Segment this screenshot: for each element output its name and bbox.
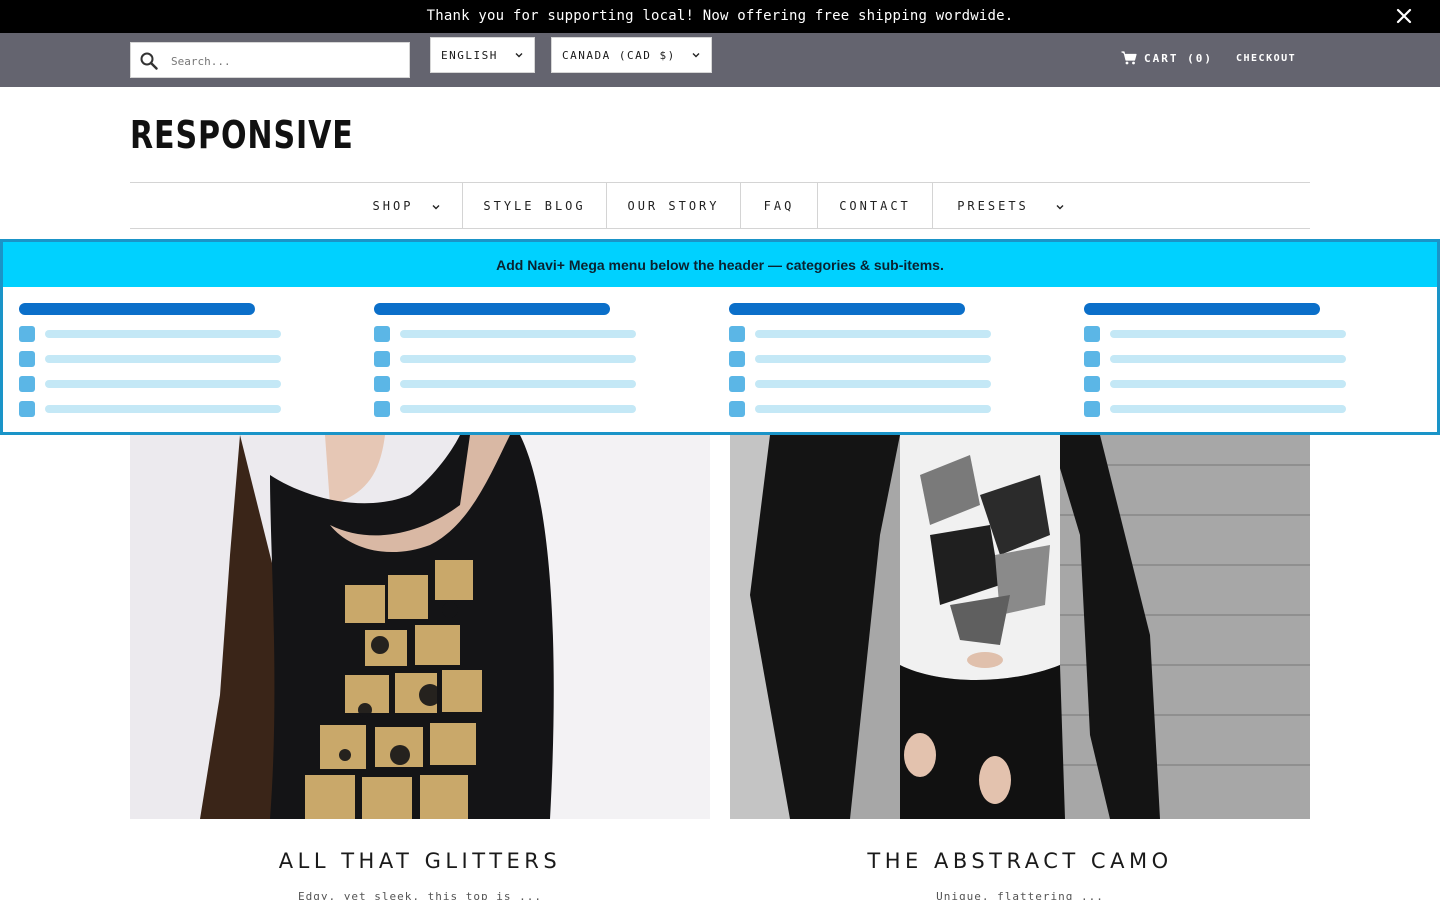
product-description: Unique, flattering ... [936, 890, 1104, 900]
subitem-line [45, 380, 281, 388]
mega-menu-subitem-placeholder [1084, 376, 1414, 392]
subitem-icon [374, 351, 390, 367]
mega-menu-subitem-placeholder [374, 376, 704, 392]
mega-menu-subitem-placeholder [1084, 351, 1414, 367]
mega-menu-subitem-placeholder [19, 326, 349, 342]
subitem-line [400, 405, 636, 413]
subitem-line [1110, 355, 1346, 363]
subitem-icon [19, 326, 35, 342]
announcement-bar: Thank you for supporting local! Now offe… [0, 0, 1440, 33]
chevron-down-icon [514, 50, 524, 60]
mega-menu-subitem-placeholder [19, 351, 349, 367]
cart-label: CART (0) [1144, 51, 1213, 65]
nav-item-contact[interactable]: CONTACT [818, 183, 932, 229]
search-icon [140, 52, 158, 70]
mega-menu-subitem-placeholder [19, 401, 349, 417]
subitem-line [1110, 330, 1346, 338]
nav-item-label: SHOP [372, 199, 414, 213]
subitem-line [755, 380, 991, 388]
subitem-icon [1084, 351, 1100, 367]
nav-item-shop[interactable]: SHOP [351, 183, 463, 229]
subitem-line [45, 330, 281, 338]
subitem-icon [1084, 401, 1100, 417]
subitem-icon [729, 326, 745, 342]
subitem-line [400, 330, 636, 338]
mega-menu-subitem-placeholder [729, 351, 1059, 367]
subitem-icon [374, 401, 390, 417]
chevron-down-icon [691, 50, 701, 60]
product-description: Edgy, yet sleek, this top is ... [298, 890, 542, 900]
subitem-icon [1084, 376, 1100, 392]
subitem-line [400, 355, 636, 363]
mega-menu-subitem-placeholder [729, 376, 1059, 392]
cart-link[interactable]: CART (0) [1121, 51, 1213, 65]
chevron-down-icon [431, 201, 441, 211]
subitem-icon [374, 326, 390, 342]
mega-menu-subitem-placeholder [1084, 401, 1414, 417]
mega-menu-subitem-placeholder [729, 401, 1059, 417]
subitem-icon [374, 376, 390, 392]
subitem-icon [19, 376, 35, 392]
chevron-down-icon [1055, 201, 1065, 211]
subitem-line [755, 405, 991, 413]
mega-menu-subitem-placeholder [19, 376, 349, 392]
subitem-line [755, 355, 991, 363]
subitem-icon [729, 351, 745, 367]
subitem-line [45, 355, 281, 363]
cart-icon [1121, 51, 1137, 65]
search-box[interactable] [130, 42, 410, 78]
mega-menu-category-placeholder [19, 303, 255, 315]
nav-item-presets[interactable]: PRESETS [933, 183, 1089, 229]
mega-menu-subitem-placeholder [374, 401, 704, 417]
nav-item-label: PRESETS [957, 199, 1029, 213]
nav-item-style-blog[interactable]: STYLE BLOG [463, 183, 606, 229]
utility-bar: ENGLISH CANADA (CAD $) CART (0) CHECKOUT [0, 33, 1440, 87]
mega-menu-category-placeholder [729, 303, 965, 315]
subitem-line [400, 380, 636, 388]
subitem-icon [19, 351, 35, 367]
subitem-icon [729, 376, 745, 392]
product-title[interactable]: ALL THAT GLITTERS [130, 849, 710, 873]
currency-select[interactable]: CANADA (CAD $) [551, 37, 712, 73]
subitem-icon [1084, 326, 1100, 342]
subitem-line [45, 405, 281, 413]
product-image-all-that-glitters[interactable] [130, 435, 710, 819]
nav-item-faq[interactable]: FAQ [741, 183, 817, 229]
mega-menu-placeholder: Add Navi+ Mega menu below the header — c… [0, 239, 1440, 435]
search-input[interactable] [171, 49, 401, 73]
subitem-line [1110, 405, 1346, 413]
subitem-line [755, 330, 991, 338]
mega-menu-subitem-placeholder [729, 326, 1059, 342]
product-title[interactable]: THE ABSTRACT CAMO [730, 849, 1310, 873]
language-select[interactable]: ENGLISH [430, 37, 535, 73]
mega-menu-subitem-placeholder [374, 351, 704, 367]
main-nav: SHOP STYLE BLOG OUR STORY FAQ CONTACT PR… [130, 182, 1310, 229]
subitem-icon [729, 401, 745, 417]
language-select-value: ENGLISH [441, 49, 498, 62]
site-logo[interactable]: RESPONSIVE [130, 113, 354, 157]
product-image-the-abstract-camo[interactable] [730, 435, 1310, 819]
subitem-line [1110, 380, 1346, 388]
subitem-icon [19, 401, 35, 417]
nav-item-our-story[interactable]: OUR STORY [607, 183, 740, 229]
currency-select-value: CANADA (CAD $) [562, 49, 676, 62]
mega-menu-category-placeholder [1084, 303, 1320, 315]
checkout-link[interactable]: CHECKOUT [1236, 53, 1296, 64]
mega-menu-title: Add Navi+ Mega menu below the header — c… [3, 242, 1437, 287]
mega-menu-subitem-placeholder [1084, 326, 1414, 342]
close-icon[interactable] [1394, 6, 1414, 26]
announcement-text: Thank you for supporting local! Now offe… [426, 8, 1014, 24]
mega-menu-category-placeholder [374, 303, 610, 315]
mega-menu-subitem-placeholder [374, 326, 704, 342]
